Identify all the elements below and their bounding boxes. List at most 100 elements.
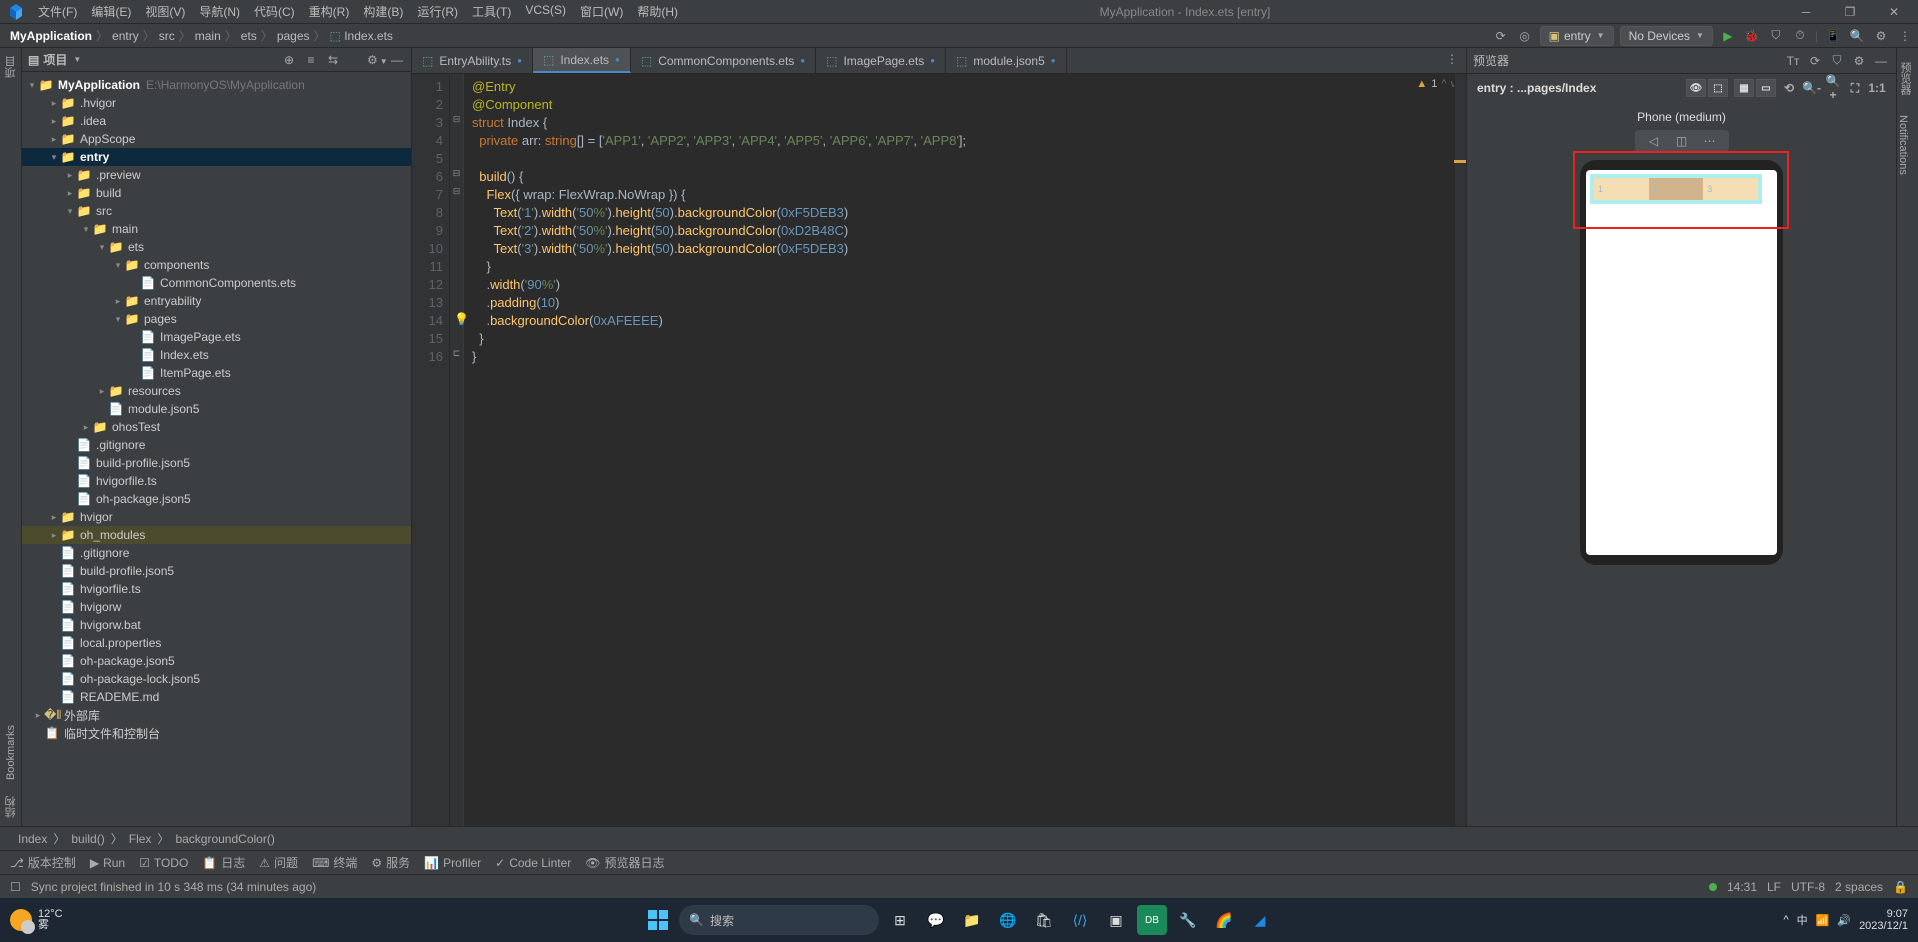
more-icon[interactable]: ⋯: [1701, 134, 1719, 148]
bookmarks-tool-tab[interactable]: Bookmarks: [5, 717, 17, 788]
tool-window-tab[interactable]: 📊Profiler: [424, 856, 481, 870]
menu-item[interactable]: 重构(R): [303, 1, 356, 22]
refresh-icon[interactable]: ⟳: [1806, 54, 1824, 68]
maximize-button[interactable]: ❐: [1830, 5, 1870, 19]
back-icon[interactable]: ◁: [1645, 134, 1663, 148]
tree-item[interactable]: 📋临时文件和控制台: [22, 724, 411, 742]
profile-button[interactable]: ⏱: [1791, 27, 1809, 45]
tree-item[interactable]: ▸📁.hvigor: [22, 94, 411, 112]
editor-tab[interactable]: ⬚EntryAbility.ts●: [412, 48, 533, 73]
ime-icon[interactable]: 中: [1797, 912, 1808, 928]
store-icon[interactable]: 🛍: [1029, 905, 1059, 935]
tree-root[interactable]: ▾📁MyApplicationE:\HarmonyOS\MyApplicatio…: [22, 76, 411, 94]
editor-body[interactable]: ▲1 ^v 12345678910111213141516 ⊟ ⊟ ⊟ ⊏ @E…: [412, 74, 1466, 826]
tree-item[interactable]: 📄hvigorfile.ts: [22, 580, 411, 598]
settings-icon[interactable]: ⚙: [1872, 27, 1890, 45]
tool-window-tab[interactable]: ☑TODO: [139, 856, 188, 870]
menu-item[interactable]: 工具(T): [466, 1, 517, 22]
more-icon[interactable]: ⋮: [1896, 27, 1914, 45]
minimize-button[interactable]: ─: [1786, 5, 1826, 19]
code-crumb[interactable]: Index: [18, 832, 47, 846]
menu-item[interactable]: 导航(N): [193, 1, 246, 22]
tabs-more[interactable]: ⋮: [1438, 48, 1466, 73]
breadcrumb-item[interactable]: src: [159, 29, 175, 43]
sync-icon[interactable]: ⟳: [1492, 27, 1510, 45]
tree-item[interactable]: ▸📁entryability: [22, 292, 411, 310]
run-config-selector[interactable]: ▣entry▼: [1540, 26, 1614, 46]
breadcrumb-item[interactable]: entry: [112, 29, 139, 43]
tool-icon[interactable]: 🔧: [1173, 905, 1203, 935]
tree-item[interactable]: ▸📁hvigor: [22, 508, 411, 526]
menu-item[interactable]: 运行(R): [411, 1, 464, 22]
inspect-toggle[interactable]: 👁⬚: [1686, 79, 1728, 97]
tree-item[interactable]: ▾📁entry: [22, 148, 411, 166]
db-icon[interactable]: DB: [1137, 905, 1167, 935]
minimize-preview-icon[interactable]: —: [1872, 54, 1890, 68]
tree-item[interactable]: 📄ItemPage.ets: [22, 364, 411, 382]
code-crumb[interactable]: backgroundColor(): [175, 832, 274, 846]
previewer-tool-tab[interactable]: 预览器: [1897, 54, 1913, 103]
inspection-widget[interactable]: ▲1 ^v: [1416, 78, 1456, 90]
lock-icon[interactable]: 🔒: [1893, 880, 1908, 894]
tree-item[interactable]: ▸📁oh_modules: [22, 526, 411, 544]
tree-item[interactable]: 📄CommonComponents.ets: [22, 274, 411, 292]
zoom-out-icon[interactable]: 🔍-: [1802, 81, 1820, 95]
project-tool-tab[interactable]: 项目: [3, 48, 19, 86]
tree-item[interactable]: 📄Index.ets: [22, 346, 411, 364]
project-tree[interactable]: ▾📁MyApplicationE:\HarmonyOS\MyApplicatio…: [22, 72, 411, 826]
tree-item[interactable]: 📄local.properties: [22, 634, 411, 652]
debug-button[interactable]: 🐞: [1743, 27, 1761, 45]
tree-item[interactable]: 📄module.json5: [22, 400, 411, 418]
tool-window-tab[interactable]: ⎇版本控制: [10, 854, 76, 871]
editor-tab[interactable]: ⬚Index.ets●: [533, 48, 631, 73]
error-stripe[interactable]: [1454, 74, 1466, 826]
tree-item[interactable]: ▸�⫴外部库: [22, 706, 411, 724]
code-crumb[interactable]: build(): [71, 832, 104, 846]
tree-item[interactable]: ▾📁src: [22, 202, 411, 220]
gear-icon[interactable]: ⚙: [1850, 54, 1868, 68]
tree-item[interactable]: 📄READEME.md: [22, 688, 411, 706]
start-button[interactable]: [643, 905, 673, 935]
tree-item[interactable]: ▾📁ets: [22, 238, 411, 256]
tray-chevron[interactable]: ^: [1783, 914, 1788, 926]
split-icon[interactable]: ◫: [1673, 134, 1691, 148]
editor-tab[interactable]: ⬚module.json5●: [946, 48, 1067, 73]
breadcrumb-file[interactable]: ⬚ Index.ets: [330, 29, 393, 43]
tree-item[interactable]: ▸📁ohosTest: [22, 418, 411, 436]
tool-window-tab[interactable]: 👁预览器日志: [585, 854, 664, 871]
tree-item[interactable]: ▸📁resources: [22, 382, 411, 400]
taskbar-search[interactable]: 🔍搜索: [679, 905, 879, 935]
breadcrumb-item[interactable]: ets: [241, 29, 257, 43]
wifi-icon[interactable]: 📶: [1816, 914, 1830, 927]
indent[interactable]: 2 spaces: [1835, 880, 1883, 894]
breadcrumb-item[interactable]: pages: [277, 29, 310, 43]
tool-window-tab[interactable]: ⚠问题: [259, 854, 298, 871]
tree-item[interactable]: 📄.gitignore: [22, 544, 411, 562]
editor-tab[interactable]: ⬚CommonComponents.ets●: [631, 48, 816, 73]
tree-item[interactable]: ▾📁pages: [22, 310, 411, 328]
notifications-tool-tab[interactable]: Notifications: [1897, 107, 1909, 183]
fit-icon[interactable]: ⛶: [1846, 81, 1864, 96]
vscode-icon[interactable]: ⟨/⟩: [1065, 905, 1095, 935]
copilot-icon[interactable]: 💬: [921, 905, 951, 935]
menu-item[interactable]: 代码(C): [248, 1, 301, 22]
tree-item[interactable]: ▸📁.preview: [22, 166, 411, 184]
menu-item[interactable]: 文件(F): [32, 1, 83, 22]
device-manager-icon[interactable]: 📱: [1824, 27, 1842, 45]
volume-icon[interactable]: 🔊: [1837, 914, 1851, 927]
breadcrumb-item[interactable]: main: [195, 29, 221, 43]
tree-item[interactable]: 📄build-profile.json5: [22, 454, 411, 472]
layout-toggle[interactable]: ▦▭: [1734, 79, 1776, 97]
tree-item[interactable]: 📄oh-package-lock.json5: [22, 670, 411, 688]
task-view-icon[interactable]: ⊞: [885, 905, 915, 935]
rotate-icon[interactable]: ⟲: [1780, 81, 1798, 95]
code-crumb[interactable]: Flex: [129, 832, 152, 846]
tree-item[interactable]: 📄build-profile.json5: [22, 562, 411, 580]
edge-icon[interactable]: 🌐: [993, 905, 1023, 935]
clock[interactable]: 9:07 2023/12/1: [1859, 908, 1908, 932]
tool-window-tab[interactable]: ▶Run: [90, 856, 125, 870]
menu-item[interactable]: 构建(B): [357, 1, 409, 22]
tree-item[interactable]: 📄oh-package.json5: [22, 490, 411, 508]
tree-item[interactable]: ▾📁main: [22, 220, 411, 238]
search-icon[interactable]: 🔍: [1848, 27, 1866, 45]
